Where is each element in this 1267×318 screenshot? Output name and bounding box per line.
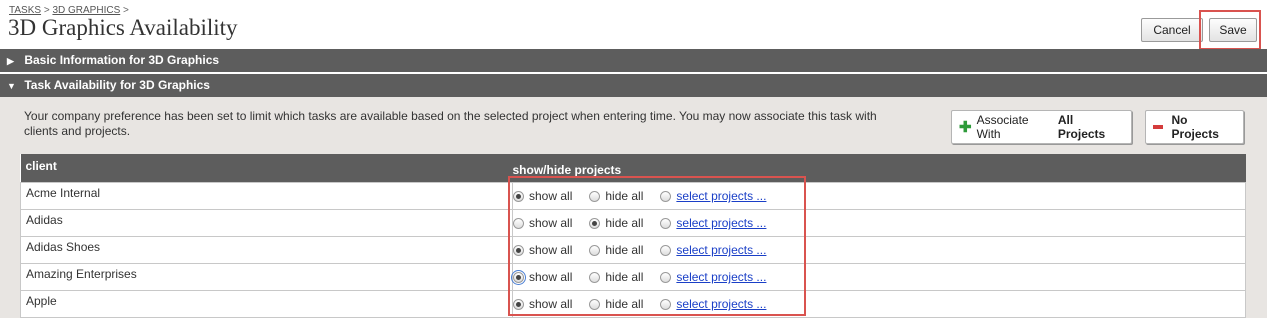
show-all-radio[interactable] xyxy=(511,269,526,285)
project-visibility-cell: show all hide all select projects ... xyxy=(512,236,1246,264)
table-row: Acme Internal show all hide all select proj… xyxy=(20,182,1246,210)
show-all-label[interactable]: show all xyxy=(529,189,572,203)
hide-all-label[interactable]: hide all xyxy=(605,216,643,230)
client-projects-table: client show/hide projects Acme Internal s… xyxy=(20,154,1246,318)
project-visibility-cell: show all hide all select projects ... xyxy=(512,209,1246,237)
client-name: Acme Internal xyxy=(20,182,513,210)
client-name: Adidas Shoes xyxy=(20,236,513,264)
show-all-radio[interactable] xyxy=(513,217,524,229)
minus-icon xyxy=(1153,125,1163,129)
select-projects-link[interactable]: select projects ... xyxy=(676,270,766,284)
select-projects-radio[interactable] xyxy=(660,271,672,283)
page-title: 3D Graphics Availability xyxy=(8,15,238,40)
select-projects-radio[interactable] xyxy=(660,298,672,310)
select-projects-link[interactable]: select projects ... xyxy=(676,216,766,230)
show-all-radio[interactable] xyxy=(513,298,524,310)
project-visibility-cell: show all hide all select projects ... xyxy=(511,263,1246,291)
select-projects-radio[interactable] xyxy=(660,244,672,256)
no-projects-button[interactable]: No Projects xyxy=(1145,110,1244,144)
associate-all-projects-button[interactable]: ✚ Associate With All Projects xyxy=(951,110,1132,144)
table-row: Amazing Enterprises show all hide all selec… xyxy=(20,263,1246,291)
hide-all-label[interactable]: hide all xyxy=(605,243,643,257)
show-all-radio[interactable] xyxy=(513,190,524,202)
client-name: Amazing Enterprises xyxy=(20,263,513,291)
task-availability-panel: Your company preference has been set to … xyxy=(0,97,1267,318)
project-visibility-cell: show all hide all select projects ... xyxy=(512,290,1246,318)
table-row: Apple show all hide all select projects ... xyxy=(20,290,1246,318)
client-name: Apple xyxy=(20,290,513,318)
no-projects-label: No Projects xyxy=(1171,113,1219,141)
hide-all-label[interactable]: hide all xyxy=(605,270,643,284)
show-all-label[interactable]: show all xyxy=(529,297,572,311)
hide-all-radio[interactable] xyxy=(589,298,601,310)
cancel-button[interactable]: Cancel xyxy=(1141,18,1203,42)
show-all-label[interactable]: show all xyxy=(529,243,572,257)
column-header-client: client xyxy=(20,154,513,183)
select-projects-link[interactable]: select projects ... xyxy=(676,189,766,203)
select-projects-radio[interactable] xyxy=(660,217,672,229)
hide-all-radio[interactable] xyxy=(589,271,601,283)
hide-all-label[interactable]: hide all xyxy=(605,189,643,203)
hide-all-label[interactable]: hide all xyxy=(605,297,643,311)
associate-label: Associate With xyxy=(976,113,1029,141)
section-basic-info-header[interactable]: ▶ Basic Information for 3D Graphics xyxy=(0,49,1267,72)
section-title: Task Availability for 3D Graphics xyxy=(24,78,210,92)
expand-arrow-icon: ▶ xyxy=(7,56,14,66)
show-all-label[interactable]: show all xyxy=(529,270,572,284)
show-all-label[interactable]: show all xyxy=(529,216,572,230)
table-row: Adidas show all hide all select projects ..… xyxy=(20,209,1246,237)
column-header-show-hide-projects: show/hide projects xyxy=(512,154,1246,183)
select-projects-link[interactable]: select projects ... xyxy=(676,243,766,257)
select-projects-radio[interactable] xyxy=(660,190,672,202)
hide-all-radio[interactable] xyxy=(589,217,601,229)
client-name: Adidas xyxy=(20,209,513,237)
table-row: Adidas Shoes show all hide all select proje… xyxy=(20,236,1246,264)
hide-all-radio[interactable] xyxy=(589,244,601,256)
save-button[interactable]: Save xyxy=(1209,18,1257,42)
project-visibility-cell: show all hide all select projects ... xyxy=(512,182,1246,210)
plus-icon: ✚ xyxy=(959,118,972,136)
section-title: Basic Information for 3D Graphics xyxy=(24,53,220,67)
associate-label-bold: All Projects xyxy=(1057,113,1106,141)
select-projects-link[interactable]: select projects ... xyxy=(676,297,766,311)
availability-description: Your company preference has been set to … xyxy=(24,109,877,138)
hide-all-radio[interactable] xyxy=(589,190,601,202)
show-all-radio[interactable] xyxy=(513,244,524,256)
section-task-availability-header[interactable]: ▼ Task Availability for 3D Graphics xyxy=(0,74,1267,97)
collapse-arrow-icon: ▼ xyxy=(7,81,16,91)
